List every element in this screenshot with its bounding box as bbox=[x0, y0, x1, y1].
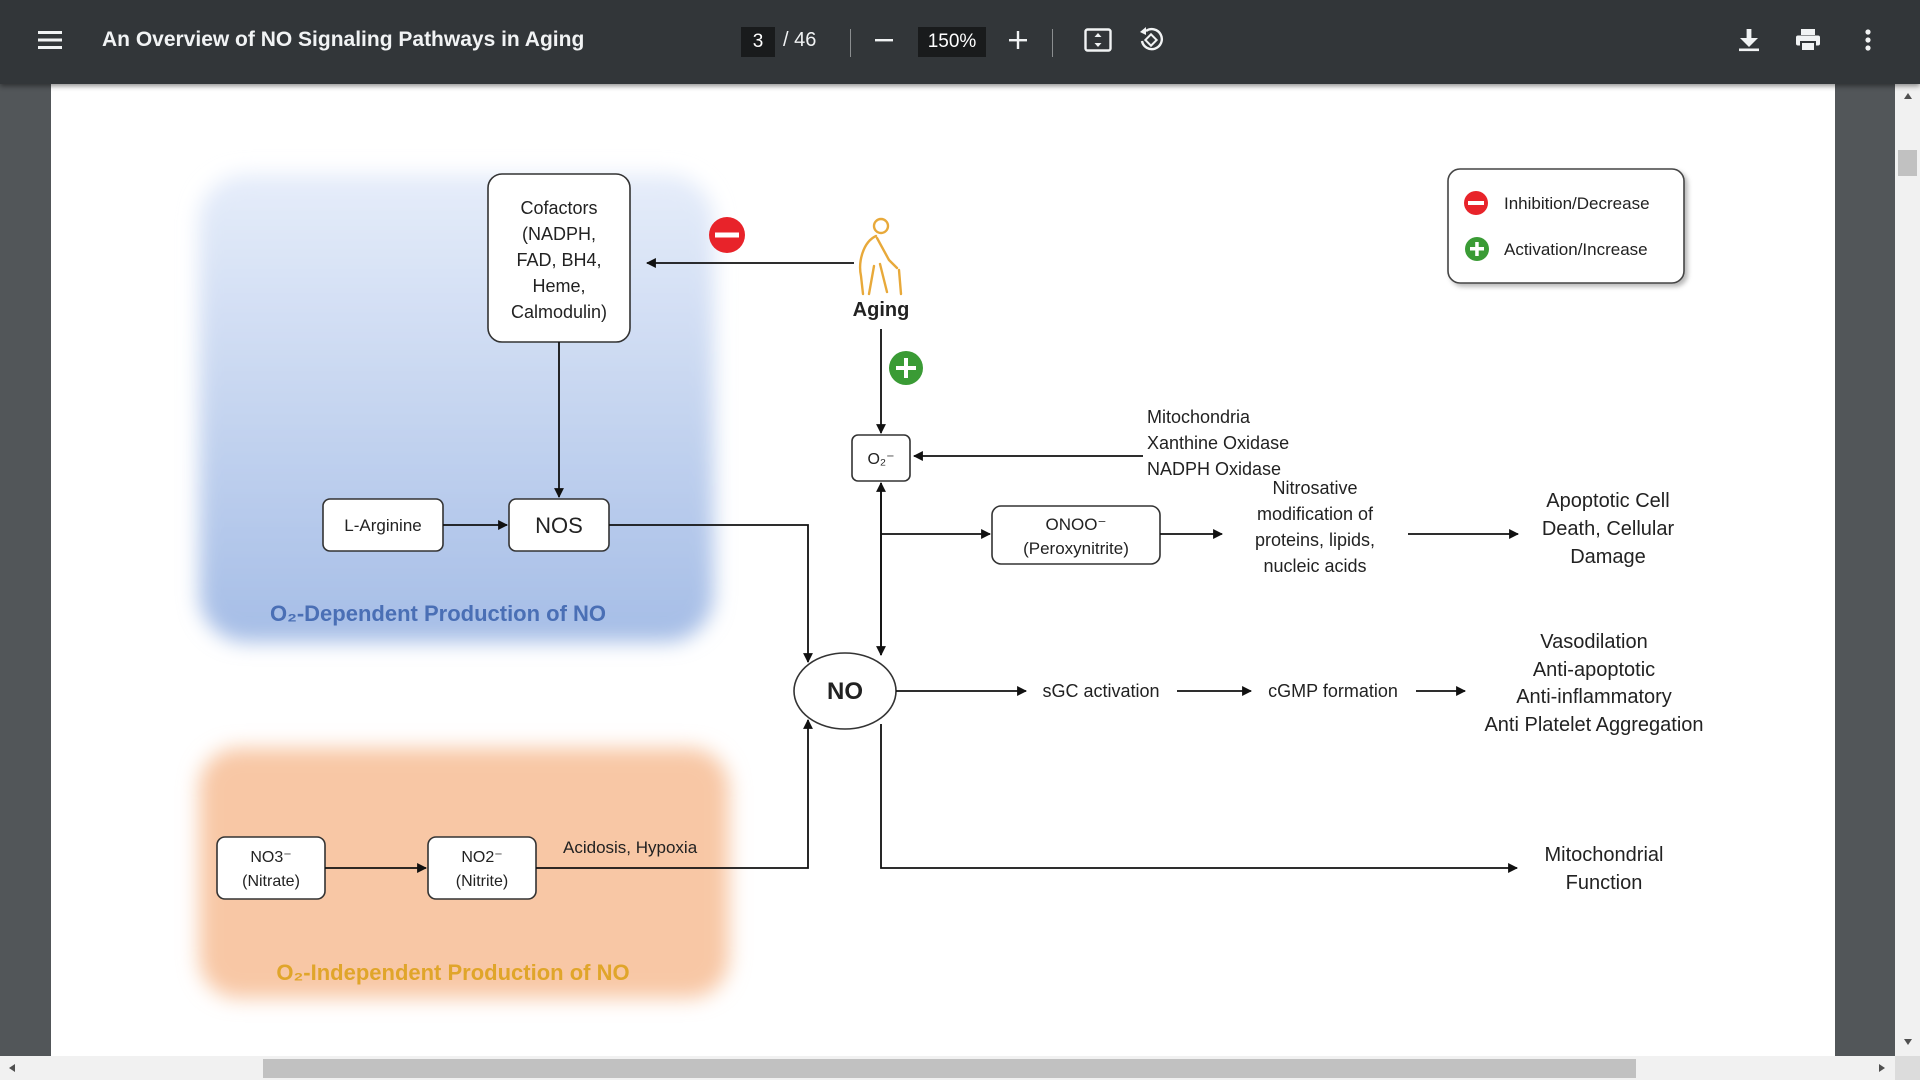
o2-independent-label: O₂-Independent Production of NO bbox=[276, 960, 629, 985]
nitrate-formula: NO3⁻ bbox=[250, 849, 291, 866]
nitric-oxide-node: NO bbox=[793, 652, 897, 730]
more-options-button[interactable] bbox=[1848, 22, 1888, 62]
cgmp-formation-label: cGMP formation bbox=[1268, 681, 1398, 701]
nitrosative-line: nucleic acids bbox=[1263, 556, 1366, 576]
toolbar-divider bbox=[1052, 29, 1053, 57]
scroll-up-arrow-icon[interactable] bbox=[1898, 88, 1917, 104]
legend-activation-icon bbox=[1465, 237, 1489, 261]
o2-dependent-label: O₂-Dependent Production of NO bbox=[270, 601, 606, 626]
l-arginine-box: L-Arginine bbox=[322, 498, 444, 552]
zoom-in-icon bbox=[1008, 30, 1028, 55]
legend-activation-label: Activation/Increase bbox=[1504, 240, 1648, 259]
source-mitochondria: Mitochondria bbox=[1147, 407, 1251, 427]
more-vert-icon bbox=[1864, 28, 1872, 56]
effect-line: Vasodilation bbox=[1540, 631, 1647, 653]
nitrite-box: NO2⁻ (Nitrite) bbox=[427, 836, 537, 900]
effect-line: Anti-apoptotic bbox=[1533, 659, 1655, 681]
scroll-right-arrow-icon[interactable] bbox=[1874, 1060, 1890, 1076]
document-title: An Overview of NO Signaling Pathways in … bbox=[102, 28, 585, 51]
o2-dependent-region bbox=[199, 174, 714, 642]
zoom-in-button[interactable] bbox=[998, 22, 1038, 62]
elderly-person-icon bbox=[859, 217, 903, 296]
source-xanthine-oxidase: Xanthine Oxidase bbox=[1147, 433, 1289, 453]
l-arginine-label: L-Arginine bbox=[344, 516, 422, 535]
zoom-level-input[interactable]: 150% bbox=[918, 27, 986, 57]
legend-inhibition-icon bbox=[1464, 191, 1488, 215]
peroxynitrite-name: (Peroxynitrite) bbox=[1023, 539, 1129, 558]
apoptotic-line: Apoptotic Cell bbox=[1546, 490, 1669, 512]
nitrosative-line: proteins, lipids, bbox=[1255, 530, 1375, 550]
source-nadph-oxidase: NADPH Oxidase bbox=[1147, 459, 1281, 479]
effect-line: Anti-inflammatory bbox=[1516, 686, 1672, 708]
page-total: / 46 bbox=[783, 29, 817, 51]
current-page-input[interactable]: 3 bbox=[741, 27, 775, 57]
menu-button[interactable] bbox=[30, 22, 70, 62]
peroxynitrite-box: ONOO⁻ (Peroxynitrite) bbox=[991, 505, 1161, 565]
nos-box: NOS bbox=[508, 498, 610, 552]
download-button[interactable] bbox=[1729, 22, 1769, 62]
scrollbar-corner bbox=[1895, 1056, 1920, 1080]
scroll-left-arrow-icon[interactable] bbox=[4, 1060, 20, 1076]
mitochondrial-line: Function bbox=[1566, 872, 1643, 894]
menu-icon bbox=[38, 30, 62, 55]
sgc-activation-label: sGC activation bbox=[1042, 681, 1159, 701]
cofactors-line: (NADPH, bbox=[522, 224, 596, 244]
superoxide-label: O₂⁻ bbox=[867, 451, 894, 468]
rotate-icon bbox=[1137, 26, 1165, 59]
pdf-toolbar: An Overview of NO Signaling Pathways in … bbox=[0, 0, 1920, 84]
scroll-down-arrow-icon[interactable] bbox=[1898, 1034, 1917, 1050]
nitrate-box: NO3⁻ (Nitrate) bbox=[216, 836, 326, 900]
cofactors-line: Heme, bbox=[532, 276, 585, 296]
peroxynitrite-formula: ONOO⁻ bbox=[1046, 515, 1107, 534]
apoptotic-line: Death, Cellular bbox=[1542, 518, 1675, 540]
cofactors-line: Calmodulin) bbox=[511, 302, 607, 322]
no-label: NO bbox=[827, 678, 863, 705]
fit-page-icon bbox=[1084, 27, 1112, 57]
nitrosative-line: modification of bbox=[1257, 504, 1374, 524]
apoptotic-line: Damage bbox=[1570, 546, 1646, 568]
print-icon bbox=[1795, 28, 1821, 57]
nitrite-formula: NO2⁻ bbox=[461, 849, 502, 866]
print-button[interactable] bbox=[1788, 22, 1828, 62]
nitrosative-line: Nitrosative bbox=[1272, 478, 1357, 498]
cofactors-box: Cofactors (NADPH, FAD, BH4, Heme, Calmod… bbox=[487, 173, 631, 343]
zoom-out-icon bbox=[874, 30, 894, 55]
nitrate-name: (Nitrate) bbox=[242, 873, 300, 890]
download-icon bbox=[1738, 28, 1760, 57]
no-signaling-diagram: O₂-Dependent Production of NO O₂-Indepen… bbox=[199, 168, 1704, 998]
effect-line: Anti Platelet Aggregation bbox=[1484, 714, 1703, 736]
rotate-button[interactable] bbox=[1131, 22, 1171, 62]
nitrite-name: (Nitrite) bbox=[456, 873, 508, 890]
legend-inhibition-label: Inhibition/Decrease bbox=[1504, 194, 1650, 213]
aging-label: Aging bbox=[853, 299, 910, 321]
no-to-mitochondrial-arrow bbox=[880, 724, 1518, 873]
zoom-out-button[interactable] bbox=[864, 22, 904, 62]
inhibition-sign-icon bbox=[709, 217, 745, 253]
superoxide-box: O₂⁻ bbox=[851, 434, 911, 482]
activation-sign-icon bbox=[889, 351, 923, 385]
horizontal-scroll-thumb[interactable] bbox=[263, 1059, 1636, 1078]
vertical-scroll-thumb[interactable] bbox=[1898, 150, 1917, 176]
toolbar-divider bbox=[850, 29, 851, 57]
cofactors-line: Cofactors bbox=[520, 198, 597, 218]
acidosis-hypoxia-label: Acidosis, Hypoxia bbox=[563, 838, 698, 857]
vertical-scrollbar[interactable] bbox=[1895, 84, 1920, 1060]
mitochondrial-line: Mitochondrial bbox=[1545, 844, 1664, 866]
nos-label: NOS bbox=[535, 513, 583, 538]
cofactors-line: FAD, BH4, bbox=[516, 250, 601, 270]
legend: Inhibition/Decrease Activation/Increase bbox=[1447, 168, 1685, 284]
pdf-page: O₂-Dependent Production of NO O₂-Indepen… bbox=[51, 84, 1835, 1060]
fit-page-button[interactable] bbox=[1078, 22, 1118, 62]
